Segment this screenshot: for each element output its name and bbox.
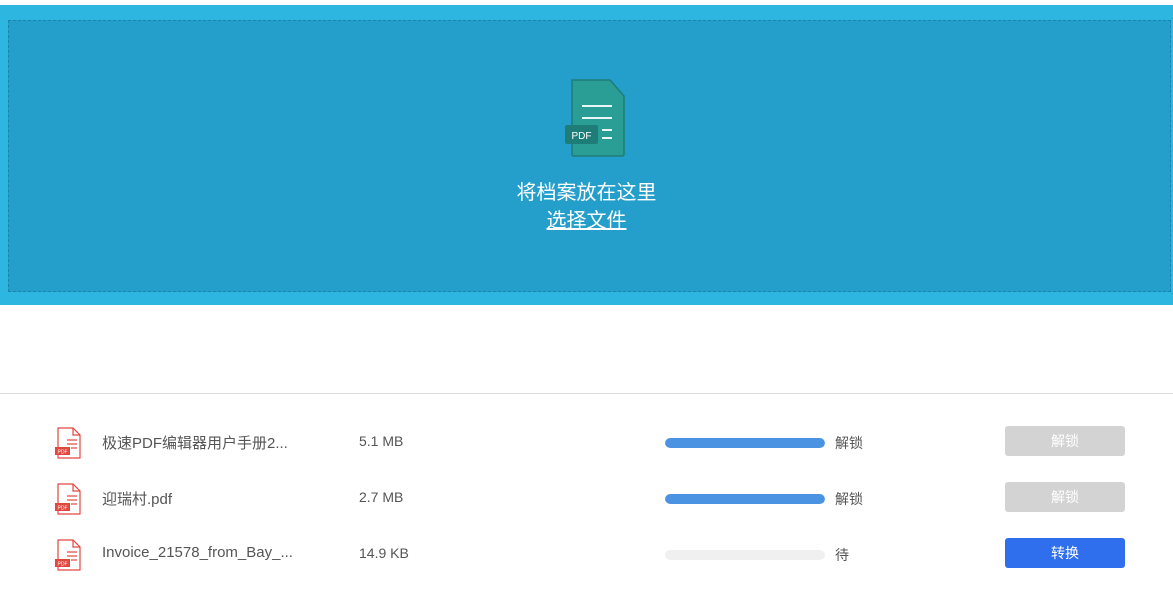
progress-fill: [665, 494, 825, 504]
pdf-badge: PDF: [58, 450, 68, 456]
file-status: 解锁: [835, 491, 863, 507]
file-size: 5.1 MB: [359, 433, 404, 449]
convert-button[interactable]: 转换: [1005, 538, 1125, 568]
file-name: 极速PDF编辑器用户手册2...: [102, 435, 288, 452]
pdf-file-icon: PDF: [55, 427, 81, 459]
progress-bar: [665, 550, 825, 560]
file-row: PDF 极速PDF编辑器用户手册2... 5.1 MB 解锁 解锁: [0, 422, 1173, 462]
progress-bar: [665, 494, 825, 504]
file-status: 待: [835, 547, 849, 563]
progress-bar: [665, 438, 825, 448]
pdf-icon-label: PDF: [572, 131, 592, 142]
unlock-button[interactable]: 解锁: [1005, 482, 1125, 512]
pdf-badge: PDF: [58, 562, 68, 568]
file-row: PDF 迎瑞村.pdf 2.7 MB 解锁 解锁: [0, 478, 1173, 518]
drop-title: 将档案放在这里: [516, 182, 657, 204]
file-status: 解锁: [835, 435, 863, 451]
pdf-document-icon: PDF: [565, 79, 625, 157]
file-name: 迎瑞村.pdf: [102, 491, 173, 508]
divider: [0, 393, 1173, 394]
file-row: PDF Invoice_21578_from_Bay_... 14.9 KB 待 转换: [0, 534, 1173, 574]
pdf-file-icon: PDF: [55, 539, 81, 571]
unlock-button[interactable]: 解锁: [1005, 426, 1125, 456]
file-size: 2.7 MB: [359, 489, 404, 505]
pdf-file-icon: PDF: [55, 483, 81, 515]
file-size: 14.9 KB: [359, 545, 409, 561]
progress-fill: [665, 438, 825, 448]
pdf-badge: PDF: [58, 506, 68, 512]
file-name: Invoice_21578_from_Bay_...: [102, 544, 293, 561]
select-file-link[interactable]: 选择文件: [547, 210, 627, 232]
